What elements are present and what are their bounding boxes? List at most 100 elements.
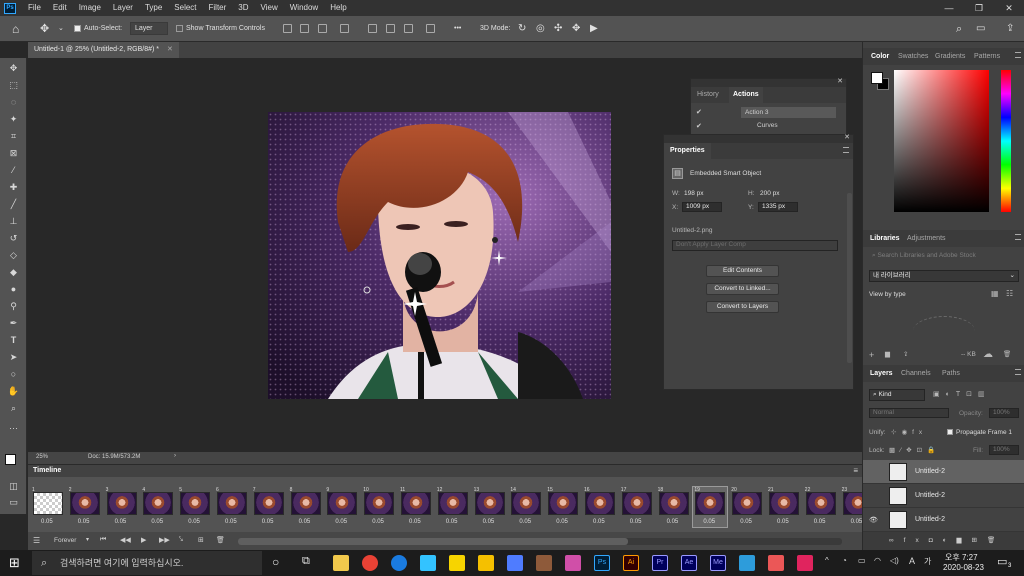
- grid-view-icon[interactable]: ▦: [991, 289, 999, 298]
- timeline-frame[interactable]: 18 0.05: [657, 487, 691, 527]
- width-value[interactable]: 198 px: [684, 190, 704, 197]
- tab-patterns[interactable]: Patterns: [974, 48, 1000, 65]
- slide-3d-icon[interactable]: ✥: [572, 16, 580, 42]
- move-tool-icon[interactable]: ✥: [40, 16, 49, 42]
- align-top-icon[interactable]: [368, 24, 377, 33]
- frame-delay[interactable]: 0.05: [593, 519, 605, 525]
- add-icon[interactable]: +: [869, 350, 874, 360]
- clock-time[interactable]: 오후 7:27: [945, 552, 978, 563]
- tween-icon[interactable]: ⤥: [179, 536, 183, 544]
- close-icon[interactable]: ✕: [994, 0, 1024, 16]
- tray-icon[interactable]: ◔: [842, 556, 847, 565]
- frame-delay[interactable]: 0.05: [814, 519, 826, 525]
- frame-thumbnail[interactable]: [769, 492, 799, 515]
- windows-start-icon[interactable]: ⊞: [9, 555, 20, 571]
- more-tools-icon[interactable]: ···: [7, 422, 20, 435]
- battery-icon[interactable]: ▭: [858, 556, 866, 565]
- menu-3d[interactable]: 3D: [232, 0, 254, 16]
- frame-thumbnail[interactable]: [217, 492, 247, 515]
- chevron-right-icon[interactable]: ›: [174, 453, 176, 459]
- layers-footer-icons[interactable]: ∞fx◘◐▆⊞🗑: [889, 536, 1005, 544]
- align-right-icon[interactable]: [318, 24, 327, 33]
- timeline-frame[interactable]: 15 0.05: [546, 487, 580, 527]
- horizontal-scrollbar[interactable]: [238, 538, 842, 545]
- frame-thumbnail[interactable]: [585, 492, 615, 515]
- distribute-vertical-icon[interactable]: [426, 24, 435, 33]
- discord-icon[interactable]: [507, 555, 523, 571]
- trash-icon[interactable]: 🗑: [216, 536, 225, 544]
- panel-menu-icon[interactable]: [1015, 234, 1021, 240]
- tab-gradients[interactable]: Gradients: [935, 48, 965, 65]
- align-center-icon[interactable]: [300, 24, 309, 33]
- timeline-frame[interactable]: 16 0.05: [583, 487, 617, 527]
- ime-hangul-indicator[interactable]: 가: [924, 556, 931, 567]
- lasso-tool-icon[interactable]: ◌: [7, 96, 20, 109]
- menu-edit[interactable]: Edit: [47, 0, 73, 16]
- frame-thumbnail[interactable]: [695, 492, 726, 515]
- frame-delay[interactable]: 0.05: [630, 519, 642, 525]
- clock-date[interactable]: 2020-08-23: [943, 563, 984, 572]
- app-icon[interactable]: [536, 555, 552, 571]
- tab-properties[interactable]: Properties: [664, 143, 711, 159]
- premiere-icon[interactable]: Pr: [652, 555, 668, 571]
- screen-mode-icon[interactable]: ▭: [7, 496, 20, 509]
- media-encoder-icon[interactable]: Me: [710, 555, 726, 571]
- frame-thumbnail[interactable]: [33, 492, 63, 515]
- zoom-tool-icon[interactable]: ⌕: [7, 402, 20, 415]
- close-icon[interactable]: ✕: [837, 77, 843, 85]
- frame-thumbnail[interactable]: [548, 492, 579, 515]
- app-icon[interactable]: [565, 555, 581, 571]
- menu-image[interactable]: Image: [73, 0, 107, 16]
- more-options-icon[interactable]: •••: [454, 16, 461, 42]
- trash-icon[interactable]: 🗑: [1003, 350, 1011, 358]
- frame-thumbnail[interactable]: [437, 492, 468, 515]
- frame-delay[interactable]: 0.05: [372, 519, 384, 525]
- x-position-field[interactable]: 1009 px: [682, 202, 722, 212]
- convert-timeline-icon[interactable]: ☰: [33, 536, 40, 545]
- timeline-frame[interactable]: 1 0.05: [31, 487, 65, 527]
- transform-controls-checkbox[interactable]: Show Transform Controls: [176, 16, 265, 42]
- menu-window[interactable]: Window: [284, 0, 324, 16]
- previous-frame-icon[interactable]: ◀◀: [120, 536, 131, 544]
- timeline-frame[interactable]: 22 0.05: [804, 487, 838, 527]
- align-middle-icon[interactable]: [386, 24, 395, 33]
- upload-icon[interactable]: ⇪: [903, 350, 908, 358]
- menu-select[interactable]: Select: [168, 0, 202, 16]
- layer-row[interactable]: 👁 Untitled-2: [863, 508, 1024, 532]
- fill-field[interactable]: 100%: [989, 445, 1019, 455]
- timeline-frame[interactable]: 10 0.05: [362, 487, 396, 527]
- twitter-icon[interactable]: [420, 555, 436, 571]
- play-icon[interactable]: ▶: [141, 536, 146, 544]
- timeline-frame[interactable]: 23 0.05: [841, 487, 862, 527]
- zoom-level[interactable]: 25%: [36, 454, 48, 460]
- folder-icon[interactable]: ▆: [885, 350, 890, 358]
- chevron-down-icon[interactable]: ⌄: [58, 16, 64, 42]
- properties-scrollbar[interactable]: [847, 193, 852, 363]
- cloud-icon[interactable]: ☁: [983, 349, 993, 360]
- first-frame-icon[interactable]: ⏮: [100, 536, 106, 544]
- healing-brush-icon[interactable]: ✚: [7, 181, 20, 194]
- height-value[interactable]: 200 px: [760, 190, 780, 197]
- hue-slider[interactable]: [1001, 70, 1011, 212]
- eraser-tool-icon[interactable]: ◇: [7, 249, 20, 262]
- after-effects-icon[interactable]: Ae: [681, 555, 697, 571]
- menu-file[interactable]: File: [22, 0, 47, 16]
- illustrator-icon[interactable]: Ai: [623, 555, 639, 571]
- frame-delay[interactable]: 0.05: [777, 519, 789, 525]
- timeline-frame[interactable]: 21 0.05: [767, 487, 801, 527]
- frame-thumbnail[interactable]: [621, 492, 652, 515]
- tab-color[interactable]: Color: [871, 48, 889, 65]
- search-icon[interactable]: ⌕: [956, 16, 962, 42]
- library-dropdown[interactable]: 내 라이브러리 ⌄: [869, 270, 1019, 282]
- align-left-icon[interactable]: [283, 24, 292, 33]
- frame-thumbnail[interactable]: [658, 492, 689, 515]
- auto-select-checkbox[interactable]: Auto-Select:: [74, 16, 122, 42]
- list-view-icon[interactable]: ☷: [1006, 289, 1013, 298]
- layer-kind-filter[interactable]: ⌕ Kind: [869, 389, 925, 401]
- frame-delay[interactable]: 0.05: [188, 519, 200, 525]
- tab-actions[interactable]: Actions: [729, 87, 763, 103]
- timeline-frame[interactable]: 12 0.05: [436, 487, 470, 527]
- notification-icon[interactable]: ▭: [997, 555, 1007, 568]
- foreground-color-swatch[interactable]: [871, 72, 883, 84]
- chrome-icon[interactable]: [362, 555, 378, 571]
